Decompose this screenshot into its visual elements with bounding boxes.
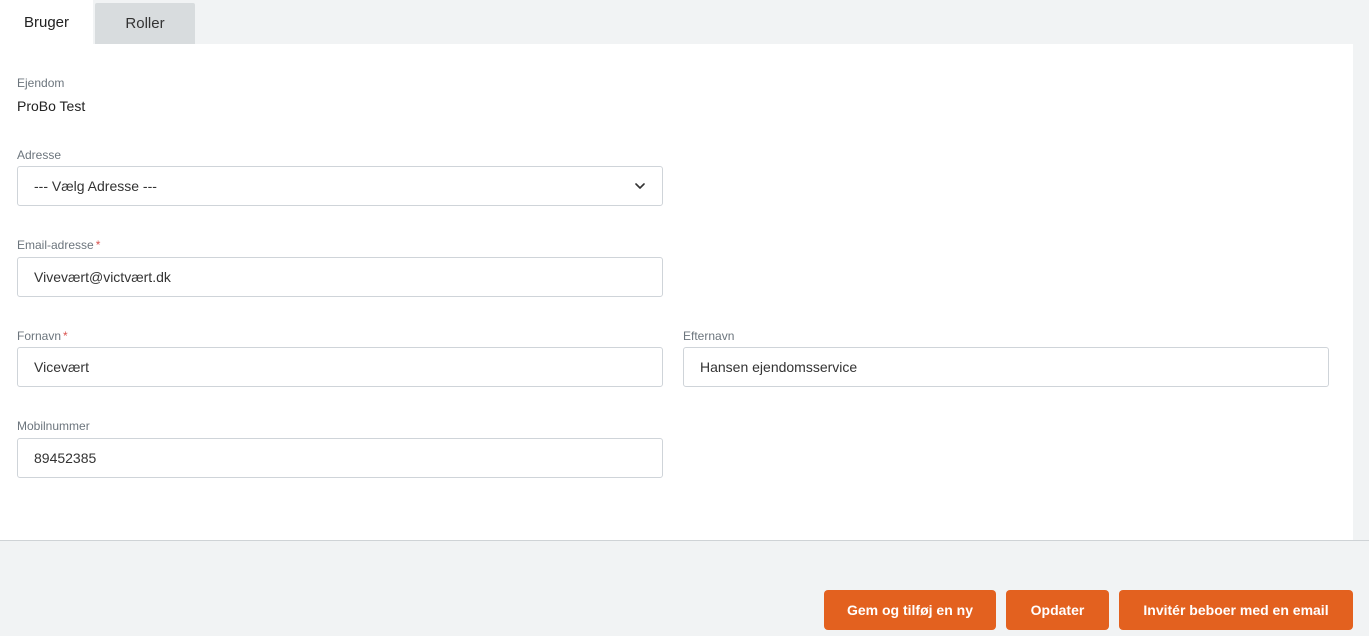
- save-add-new-button[interactable]: Gem og tilføj en ny: [824, 590, 996, 630]
- tab-roller[interactable]: Roller: [95, 3, 195, 44]
- chevron-down-icon: [634, 180, 646, 192]
- last-name-field[interactable]: [683, 347, 1329, 387]
- tab-bruger[interactable]: Bruger: [0, 0, 93, 44]
- property-value: ProBo Test: [17, 98, 86, 114]
- email-label: Email-adresse *: [17, 238, 101, 252]
- first-name-label: Fornavn *: [17, 329, 68, 343]
- invite-email-button[interactable]: Invitér beboer med en email: [1119, 590, 1353, 630]
- property-label: Ejendom: [17, 76, 65, 90]
- address-select[interactable]: --- Vælg Adresse ---: [17, 166, 663, 206]
- update-button[interactable]: Opdater: [1006, 590, 1109, 630]
- divider: [1353, 540, 1369, 541]
- mobile-field[interactable]: [17, 438, 663, 478]
- last-name-label: Efternavn: [683, 329, 735, 343]
- required-mark: *: [63, 329, 68, 343]
- address-selected-value: --- Vælg Adresse ---: [34, 178, 157, 194]
- mobile-label: Mobilnummer: [17, 419, 90, 433]
- address-label: Adresse: [17, 148, 62, 162]
- first-name-field[interactable]: [17, 347, 663, 387]
- email-field[interactable]: [17, 257, 663, 297]
- required-mark: *: [95, 238, 101, 252]
- tab-bar: Bruger Roller: [0, 0, 195, 44]
